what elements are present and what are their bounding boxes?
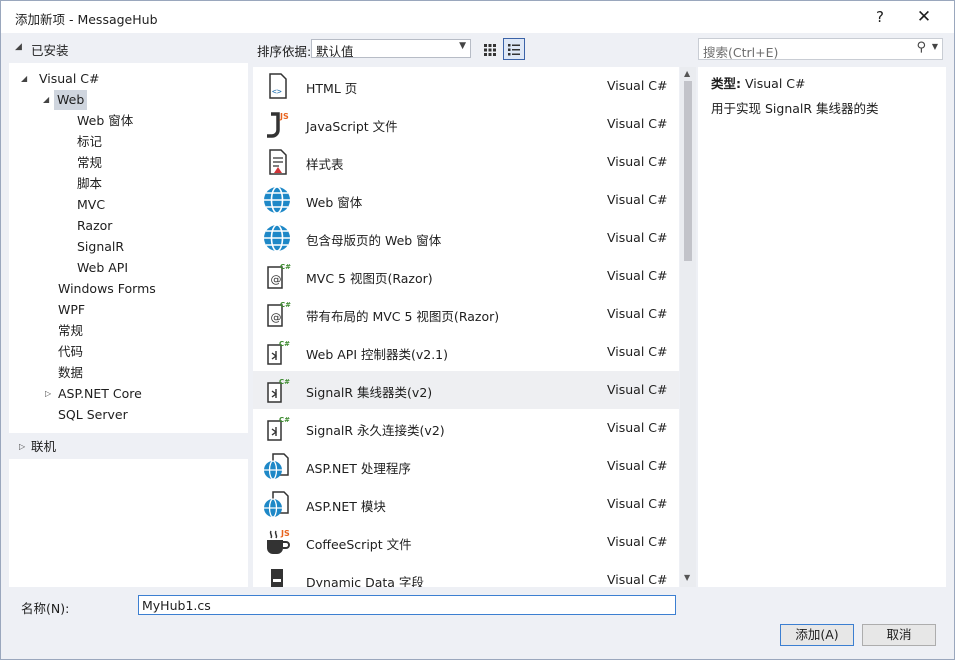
list-item[interactable]: <> HTML 页 Visual C# [253,67,679,105]
collapsed-arrow-icon: ▷ [19,442,26,451]
csharp-class-icon: C# [267,340,290,365]
list-item[interactable]: JS CoffeeScript 文件 Visual C# [253,523,679,561]
search-icon[interactable]: ⚲ [916,40,926,55]
expanded-arrow-icon: ◢ [43,95,50,104]
tree-item-wpf[interactable]: WPF [58,300,85,320]
list-view-button[interactable] [503,38,525,60]
list-item-selected[interactable]: C# SignalR 集线器类(v2) Visual C# [253,371,679,409]
type-value: Visual C# [744,76,806,91]
tree-item-mvc[interactable]: MVC [77,195,105,215]
csharp-class-icon: C# [267,378,290,403]
scroll-up-arrow-icon[interactable]: ▲ [684,69,690,78]
template-list-scrollbar[interactable]: ▲ ▼ [680,67,696,587]
grid-view-icon [484,43,496,56]
globe-icon [264,186,290,214]
dynamic-data-icon [271,569,283,587]
svg-text:JS: JS [279,112,289,121]
tree-item-windows-forms[interactable]: Windows Forms [58,279,156,299]
name-label: 名称(N): [21,601,70,616]
details-pane: 类型: Visual C# 用于实现 SignalR 集线器的类 [698,67,946,587]
list-view-icon [508,43,520,55]
svg-text:<>: <> [272,87,282,96]
list-item[interactable]: Web 窗体 Visual C# [253,181,679,219]
list-item[interactable]: @ C# 带有布局的 MVC 5 视图页(Razor) Visual C# [253,295,679,333]
globe-file-icon [264,453,289,480]
search-options-dropdown-icon[interactable]: ▼ [932,42,938,51]
tree-item-general[interactable]: 常规 [77,153,102,173]
tree-item-data[interactable]: 数据 [58,363,83,383]
list-item[interactable]: JS JavaScript 文件 Visual C# [253,105,679,143]
globe-file-icon [264,491,289,518]
tree-item-signalr[interactable]: SignalR [77,237,124,257]
stylesheet-icon [269,149,287,175]
close-button[interactable]: ✕ [903,4,945,30]
dropdown-arrow-icon: ▼ [459,41,466,51]
svg-text:C#: C# [279,378,290,386]
installed-header[interactable]: ◢ 已安装 [9,35,249,61]
svg-text:C#: C# [280,301,291,309]
tree-item-web-label: Web [54,90,88,110]
tree-item-general-2[interactable]: 常规 [58,321,83,341]
template-list: <> HTML 页 Visual C# JS JavaScript 文件 Vis… [253,67,679,587]
type-info: 类型: Visual C# [711,73,805,92]
collapse-triangle-icon: ◢ [15,42,22,52]
razor-view-icon: @ C# [267,301,291,327]
tree-item-web-api[interactable]: Web API [77,258,128,278]
search-placeholder: 搜索(Ctrl+E) [703,45,779,60]
online-label: 联机 [31,439,57,454]
title-bar: 添加新项 - MessageHub ? ✕ [1,1,954,33]
grid-view-button[interactable] [479,38,501,60]
search-box[interactable]: 搜索(Ctrl+E) ⚲ ▼ [698,38,943,60]
tree-item-script[interactable]: 脚本 [77,174,102,194]
name-field[interactable] [138,595,676,615]
tree-item-sql-server[interactable]: SQL Server [58,405,128,425]
svg-text:C#: C# [280,263,291,271]
svg-text:@: @ [271,311,282,324]
list-item[interactable]: @ C# MVC 5 视图页(Razor) Visual C# [253,257,679,295]
collapsed-arrow-icon: ▷ [45,389,52,398]
type-label: 类型: [711,76,741,91]
template-category-tree: ◢ Visual C# ◢ Web Web 窗体 标记 常规 脚本 MVC Ra… [9,63,248,433]
list-item[interactable]: ASP.NET 处理程序 Visual C# [253,447,679,485]
list-item[interactable]: ASP.NET 模块 Visual C# [253,485,679,523]
scroll-down-arrow-icon[interactable]: ▼ [684,573,690,582]
tree-item-web-forms[interactable]: Web 窗体 [77,111,133,131]
svg-text:@: @ [271,273,282,286]
cancel-button[interactable]: 取消 [862,624,936,646]
installed-label: 已安装 [31,43,69,58]
svg-text:C#: C# [279,416,290,424]
svg-text:C#: C# [279,340,290,348]
help-button[interactable]: ? [859,4,901,30]
html-file-icon: <> [269,73,287,99]
coffee-cup-icon: JS [267,529,290,554]
name-input[interactable] [139,596,665,614]
list-item[interactable]: C# SignalR 永久连接类(v2) Visual C# [253,409,679,447]
expanded-arrow-icon: ◢ [21,74,28,83]
sort-by-value: 默认值 [316,44,354,59]
svg-text:JS: JS [280,529,290,538]
online-header[interactable]: ▷ 联机 [9,437,249,457]
sort-by-label: 排序依据: [257,44,312,59]
list-item[interactable]: Dynamic Data 字段 Visual C# [253,561,679,587]
scrollbar-thumb[interactable] [684,81,692,261]
sort-by-dropdown[interactable]: 默认值 ▼ [311,39,471,59]
tree-item-markup[interactable]: 标记 [77,132,102,152]
list-item[interactable]: 样式表 Visual C# [253,143,679,181]
add-new-item-dialog: 添加新项 - MessageHub ? ✕ ◢ 已安装 ◢ Visual C# … [0,0,955,660]
list-item[interactable]: C# Web API 控制器类(v2.1) Visual C# [253,333,679,371]
window-title: 添加新项 - MessageHub [15,12,158,27]
left-pane-empty-area [9,459,248,587]
tree-item-code[interactable]: 代码 [58,342,83,362]
template-description: 用于实现 SignalR 集线器的类 [711,101,879,116]
globe-icon [264,224,290,252]
tree-item-razor[interactable]: Razor [77,216,112,236]
csharp-class-icon: C# [267,416,290,441]
razor-view-icon: @ C# [267,263,291,289]
list-item[interactable]: 包含母版页的 Web 窗体 Visual C# [253,219,679,257]
javascript-file-icon: JS [267,112,289,138]
add-button[interactable]: 添加(A) [780,624,854,646]
